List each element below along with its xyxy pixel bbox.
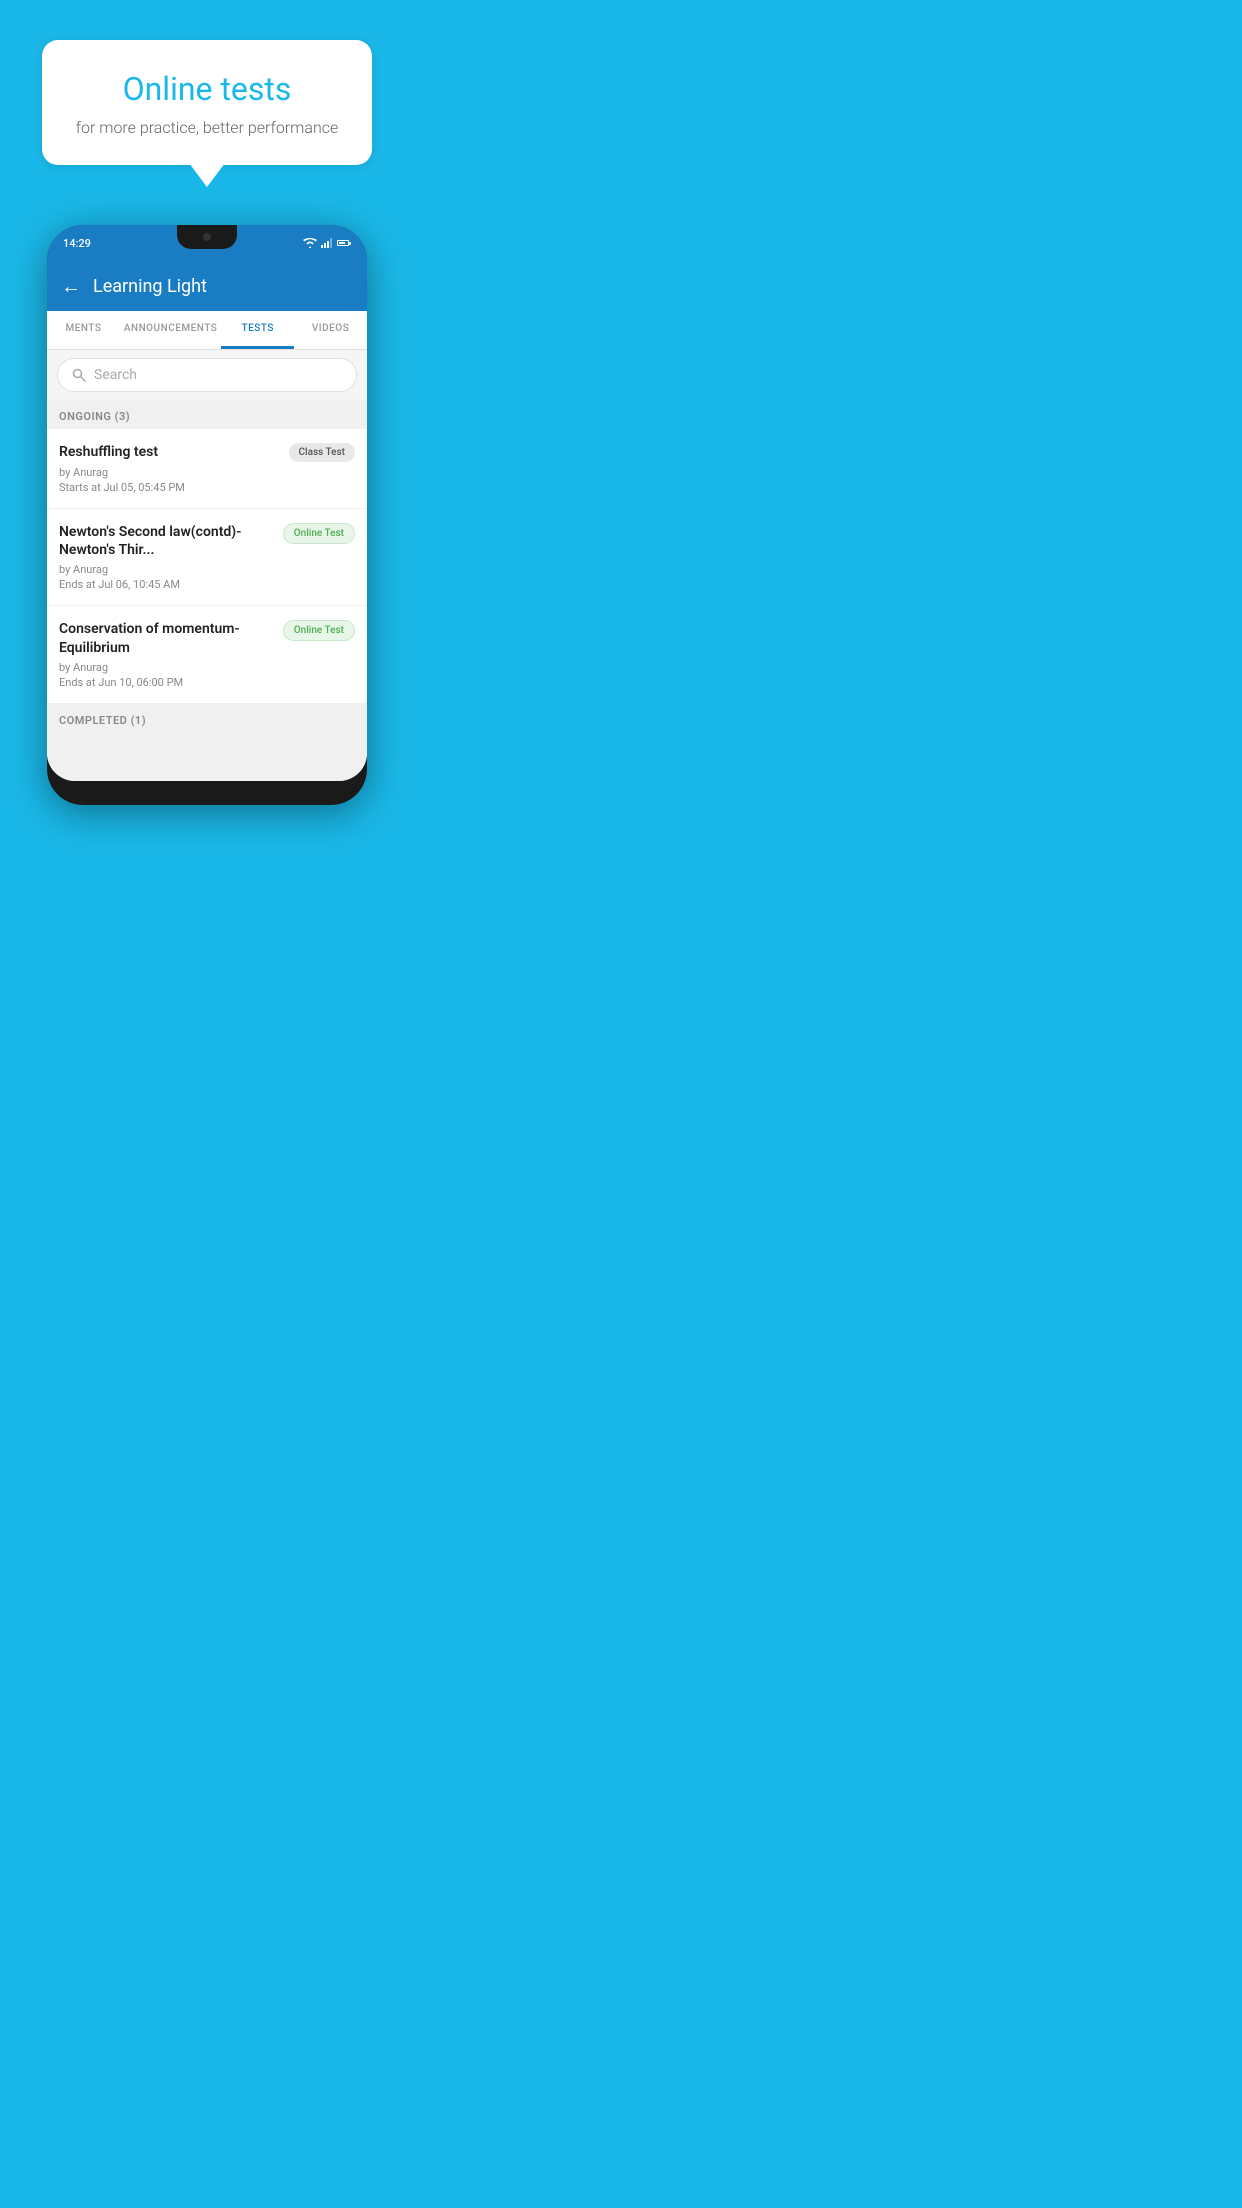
test-time-2: Ends at Jul 06, 10:45 AM — [59, 578, 355, 591]
test-time-3: Ends at Jun 10, 06:00 PM — [59, 676, 355, 689]
front-camera — [203, 233, 211, 241]
tab-ments[interactable]: MENTS — [47, 311, 120, 349]
status-icons — [303, 238, 351, 248]
tab-announcements[interactable]: ANNOUNCEMENTS — [120, 311, 221, 349]
tabs-bar: MENTS ANNOUNCEMENTS TESTS VIDEOS — [47, 311, 367, 350]
search-container: Search — [47, 350, 367, 400]
test-by-1: by Anurag — [59, 466, 355, 479]
test-time-1: Starts at Jul 05, 05:45 PM — [59, 481, 355, 494]
test-card-3[interactable]: Conservation of momentum-Equilibrium Onl… — [47, 606, 367, 703]
speech-bubble: Online tests for more practice, better p… — [42, 40, 371, 165]
test-title-1: Reshuffling test — [59, 443, 281, 461]
hero-section: Online tests for more practice, better p… — [0, 0, 414, 165]
test-badge-2: Online Test — [283, 523, 355, 544]
back-button[interactable]: ← — [61, 274, 81, 299]
test-card-2[interactable]: Newton's Second law(contd)-Newton's Thir… — [47, 509, 367, 606]
phone-mockup: 14:29 — [47, 225, 367, 805]
test-badge-3: Online Test — [283, 620, 355, 641]
test-card-1[interactable]: Reshuffling test Class Test by Anurag St… — [47, 429, 367, 509]
search-bar[interactable]: Search — [57, 358, 357, 392]
content-area: ONGOING (3) Reshuffling test Class Test … — [47, 400, 367, 781]
test-by-3: by Anurag — [59, 661, 355, 674]
bubble-title: Online tests — [70, 70, 343, 108]
test-by-2: by Anurag — [59, 563, 355, 576]
tab-videos[interactable]: VIDEOS — [294, 311, 367, 349]
app-bar-title: Learning Light — [93, 276, 207, 297]
tab-tests[interactable]: TESTS — [221, 311, 294, 349]
status-bar: 14:29 — [47, 225, 367, 261]
completed-section-header: COMPLETED (1) — [47, 704, 367, 733]
phone-wrapper: 14:29 — [0, 225, 414, 805]
status-time: 14:29 — [63, 237, 91, 250]
search-icon — [72, 368, 86, 382]
bubble-subtitle: for more practice, better performance — [70, 118, 343, 137]
ongoing-section-header: ONGOING (3) — [47, 400, 367, 429]
signal-icon — [321, 238, 333, 248]
notch — [177, 225, 237, 249]
wifi-icon — [303, 238, 317, 248]
app-bar: ← Learning Light — [47, 261, 367, 311]
battery-icon — [337, 240, 351, 246]
phone-inner: ← Learning Light MENTS ANNOUNCEMENTS TES… — [47, 261, 367, 781]
search-input[interactable]: Search — [94, 367, 137, 383]
test-badge-1: Class Test — [289, 443, 355, 462]
test-title-2: Newton's Second law(contd)-Newton's Thir… — [59, 523, 275, 559]
test-title-3: Conservation of momentum-Equilibrium — [59, 620, 275, 656]
